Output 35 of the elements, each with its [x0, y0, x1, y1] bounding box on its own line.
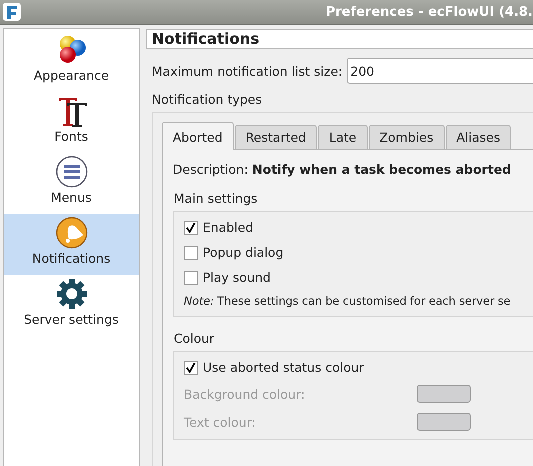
- page-title: Notifications: [146, 29, 533, 49]
- menu-icon: [54, 155, 88, 189]
- checkbox-label: Play sound: [203, 270, 271, 285]
- checkbox[interactable]: [184, 270, 198, 284]
- checkbox-label: Popup dialog: [203, 245, 284, 260]
- description-text: Description: Notify when a task becomes aborted: [173, 162, 512, 177]
- colour-button[interactable]: [417, 413, 471, 431]
- tab[interactable]: Aliases: [446, 125, 512, 149]
- tab[interactable]: Restarted: [234, 125, 318, 149]
- colour-button[interactable]: [417, 385, 471, 403]
- tab[interactable]: Zombies: [368, 125, 445, 149]
- sidebar-item[interactable]: Menus: [4, 153, 139, 214]
- field-label: Text colour:: [184, 414, 257, 430]
- sidebar-item[interactable]: Appearance: [4, 31, 139, 92]
- sidebar-item[interactable]: Server settings: [4, 275, 139, 336]
- tab[interactable]: Aborted: [162, 122, 234, 150]
- section-label: Main settings: [174, 191, 259, 206]
- checkbox[interactable]: [184, 360, 198, 374]
- gear-icon: [54, 277, 88, 311]
- sidebar-item[interactable]: Fonts: [4, 92, 139, 153]
- section-label: Notification types: [152, 92, 264, 107]
- checkbox-label: Enabled: [203, 220, 254, 235]
- input-field[interactable]: 200: [346, 58, 533, 84]
- tab[interactable]: Late: [318, 125, 368, 149]
- field-label: Background colour:: [184, 386, 306, 402]
- checkbox[interactable]: [184, 220, 198, 234]
- app-logo-icon: [3, 3, 21, 21]
- checkbox-label: Use aborted status colour: [203, 360, 364, 375]
- field-label: Maximum notification list size:: [152, 64, 343, 78]
- section-label: Colour: [174, 331, 216, 346]
- checkbox[interactable]: [184, 246, 198, 260]
- sidebar-item[interactable]: Notifications: [4, 214, 139, 275]
- note-text: Note: These settings can be customised for each server se: [184, 295, 512, 308]
- window-title: Preferences - ecFlowUI (4.8.: [326, 4, 533, 20]
- bell-icon: [54, 216, 88, 250]
